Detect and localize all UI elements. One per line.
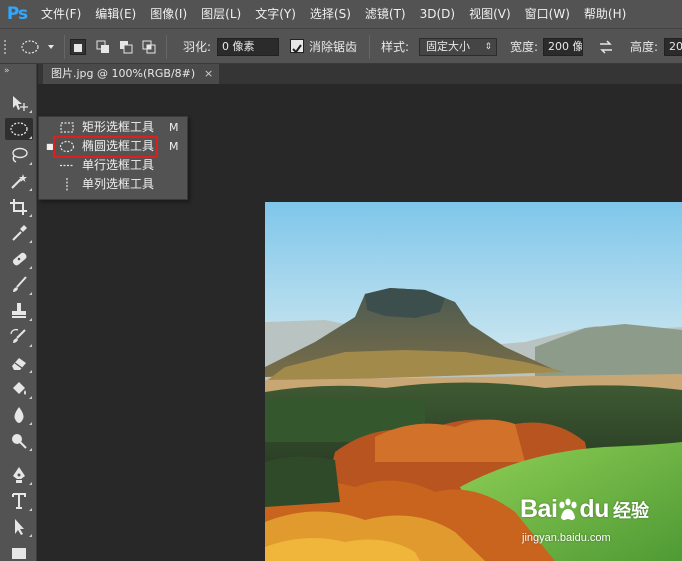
width-input[interactable]: 200 像 bbox=[543, 38, 583, 56]
subtract-from-selection-button[interactable] bbox=[118, 39, 134, 55]
intersect-selection-button[interactable] bbox=[141, 39, 157, 55]
eyedropper-tool[interactable] bbox=[5, 222, 33, 244]
magic-wand-tool[interactable] bbox=[5, 170, 33, 192]
options-separator bbox=[166, 35, 167, 59]
feather-label: 羽化: bbox=[183, 40, 212, 54]
tools-panel: » bbox=[0, 64, 37, 561]
eraser-icon bbox=[12, 358, 26, 370]
width-label: 宽度: bbox=[510, 40, 539, 54]
menu-edit[interactable]: 编辑(E) bbox=[88, 0, 143, 28]
single-row-marquee-icon bbox=[60, 164, 74, 167]
updown-arrow-icon: ⇕ bbox=[484, 42, 492, 52]
document-tab-title: 图片.jpg @ 100%(RGB/8#) bbox=[51, 67, 196, 80]
pen-icon bbox=[13, 467, 25, 483]
clone-stamp-icon bbox=[12, 303, 26, 318]
menu-help[interactable]: 帮助(H) bbox=[577, 0, 633, 28]
flyout-item-label: 单列选框工具 bbox=[82, 177, 155, 191]
paint-bucket-tool[interactable] bbox=[5, 378, 33, 400]
marquee-tool-flyout: 矩形选框工具 M ■ 椭圆选框工具 M 单行选框工具 单列选框工具 bbox=[38, 116, 188, 200]
flyout-item-single-row-marquee[interactable]: 单行选框工具 bbox=[39, 156, 187, 175]
options-separator bbox=[64, 35, 65, 59]
options-bar: 羽化: 0 像素 消除锯齿 样式: 固定大小 ⇕ 宽度: 200 像 高度: 2… bbox=[0, 28, 682, 64]
watermark-brand-suffix: du bbox=[579, 495, 609, 523]
antialias-checkbox[interactable] bbox=[290, 39, 304, 54]
menu-image[interactable]: 图像(I) bbox=[143, 0, 194, 28]
height-label: 高度: bbox=[630, 40, 659, 54]
eyedropper-icon bbox=[12, 225, 27, 241]
menu-3d[interactable]: 3D(D) bbox=[413, 0, 462, 28]
style-select[interactable]: 固定大小 ⇕ bbox=[419, 38, 497, 56]
type-tool[interactable] bbox=[5, 490, 33, 512]
flyout-item-shortcut: M bbox=[169, 121, 179, 134]
feather-input[interactable]: 0 像素 bbox=[217, 38, 279, 56]
pen-tool[interactable] bbox=[5, 464, 33, 486]
menu-file[interactable]: 文件(F) bbox=[34, 0, 88, 28]
watermark-cn: 经验 bbox=[612, 500, 649, 522]
document-tab-strip: 图片.jpg @ 100%(RGB/8#) × bbox=[38, 64, 682, 84]
flyout-item-rectangular-marquee[interactable]: 矩形选框工具 M bbox=[39, 118, 187, 137]
antialias-label: 消除锯齿 bbox=[309, 40, 358, 54]
rectangle-shape-icon bbox=[12, 548, 26, 559]
style-label: 样式: bbox=[381, 40, 410, 54]
menu-window[interactable]: 窗口(W) bbox=[518, 0, 577, 28]
flyout-item-single-column-marquee[interactable]: 单列选框工具 bbox=[39, 175, 187, 194]
history-brush-tool[interactable] bbox=[5, 326, 33, 348]
baidu-paw-icon bbox=[559, 498, 578, 520]
close-icon[interactable]: × bbox=[204, 64, 213, 84]
healing-brush-icon bbox=[12, 252, 27, 266]
move-tool[interactable] bbox=[5, 92, 33, 114]
highlight-annotation bbox=[53, 136, 158, 158]
flyout-item-label: 单行选框工具 bbox=[82, 158, 155, 172]
flyout-item-shortcut: M bbox=[169, 140, 179, 153]
crop-icon bbox=[10, 199, 27, 215]
baidu-watermark: Bai du 经验 jingyan.baidu.com bbox=[520, 495, 680, 557]
type-icon bbox=[12, 493, 26, 509]
menu-filter[interactable]: 滤镜(T) bbox=[358, 0, 413, 28]
clone-stamp-tool[interactable] bbox=[5, 300, 33, 322]
menu-view[interactable]: 视图(V) bbox=[462, 0, 518, 28]
history-brush-icon bbox=[10, 328, 26, 343]
watermark-brand: Bai bbox=[520, 495, 558, 523]
menu-bar: Ps 文件(F) 编辑(E) 图像(I) 图层(L) 文字(Y) 选择(S) 滤… bbox=[0, 0, 682, 28]
options-separator bbox=[369, 35, 370, 59]
brush-tool[interactable] bbox=[5, 274, 33, 296]
flyout-item-label: 矩形选框工具 bbox=[82, 120, 155, 134]
dodge-icon bbox=[12, 434, 27, 449]
options-grip[interactable] bbox=[3, 37, 8, 57]
menu-layer[interactable]: 图层(L) bbox=[194, 0, 248, 28]
lasso-icon bbox=[12, 147, 28, 163]
menu-select[interactable]: 选择(S) bbox=[303, 0, 358, 28]
eraser-tool[interactable] bbox=[5, 352, 33, 374]
blur-icon bbox=[14, 407, 24, 423]
menu-type[interactable]: 文字(Y) bbox=[248, 0, 303, 28]
elliptical-marquee-icon bbox=[10, 122, 28, 136]
document-tab[interactable]: 图片.jpg @ 100%(RGB/8#) × bbox=[43, 64, 220, 84]
rectangular-marquee-icon bbox=[60, 122, 74, 133]
lasso-tool[interactable] bbox=[5, 144, 33, 166]
watermark-url: jingyan.baidu.com bbox=[522, 532, 611, 544]
crop-tool[interactable] bbox=[5, 196, 33, 218]
move-icon bbox=[13, 96, 28, 111]
add-to-selection-button[interactable] bbox=[95, 39, 111, 55]
healing-brush-tool[interactable] bbox=[5, 248, 33, 270]
dodge-tool[interactable] bbox=[5, 430, 33, 452]
rectangle-tool[interactable] bbox=[5, 542, 33, 561]
swap-dimensions-icon[interactable] bbox=[598, 39, 614, 55]
style-select-value: 固定大小 bbox=[426, 40, 470, 53]
path-selection-tool[interactable] bbox=[5, 516, 33, 538]
photoshop-window: Ps 文件(F) 编辑(E) 图像(I) 图层(L) 文字(Y) 选择(S) 滤… bbox=[0, 0, 682, 561]
blur-tool[interactable] bbox=[5, 404, 33, 426]
paint-bucket-icon bbox=[13, 382, 26, 395]
tool-preset-picker[interactable] bbox=[18, 39, 62, 57]
path-selection-icon bbox=[15, 519, 24, 535]
magic-wand-icon bbox=[11, 174, 27, 189]
new-selection-button[interactable] bbox=[70, 39, 86, 55]
single-column-marquee-icon bbox=[66, 178, 68, 191]
brush-icon bbox=[13, 276, 27, 292]
ps-logo: Ps bbox=[6, 4, 28, 24]
height-input[interactable]: 200 bbox=[664, 38, 682, 56]
panel-collapse-icon[interactable]: » bbox=[4, 66, 10, 76]
elliptical-marquee-tool[interactable] bbox=[5, 118, 33, 140]
